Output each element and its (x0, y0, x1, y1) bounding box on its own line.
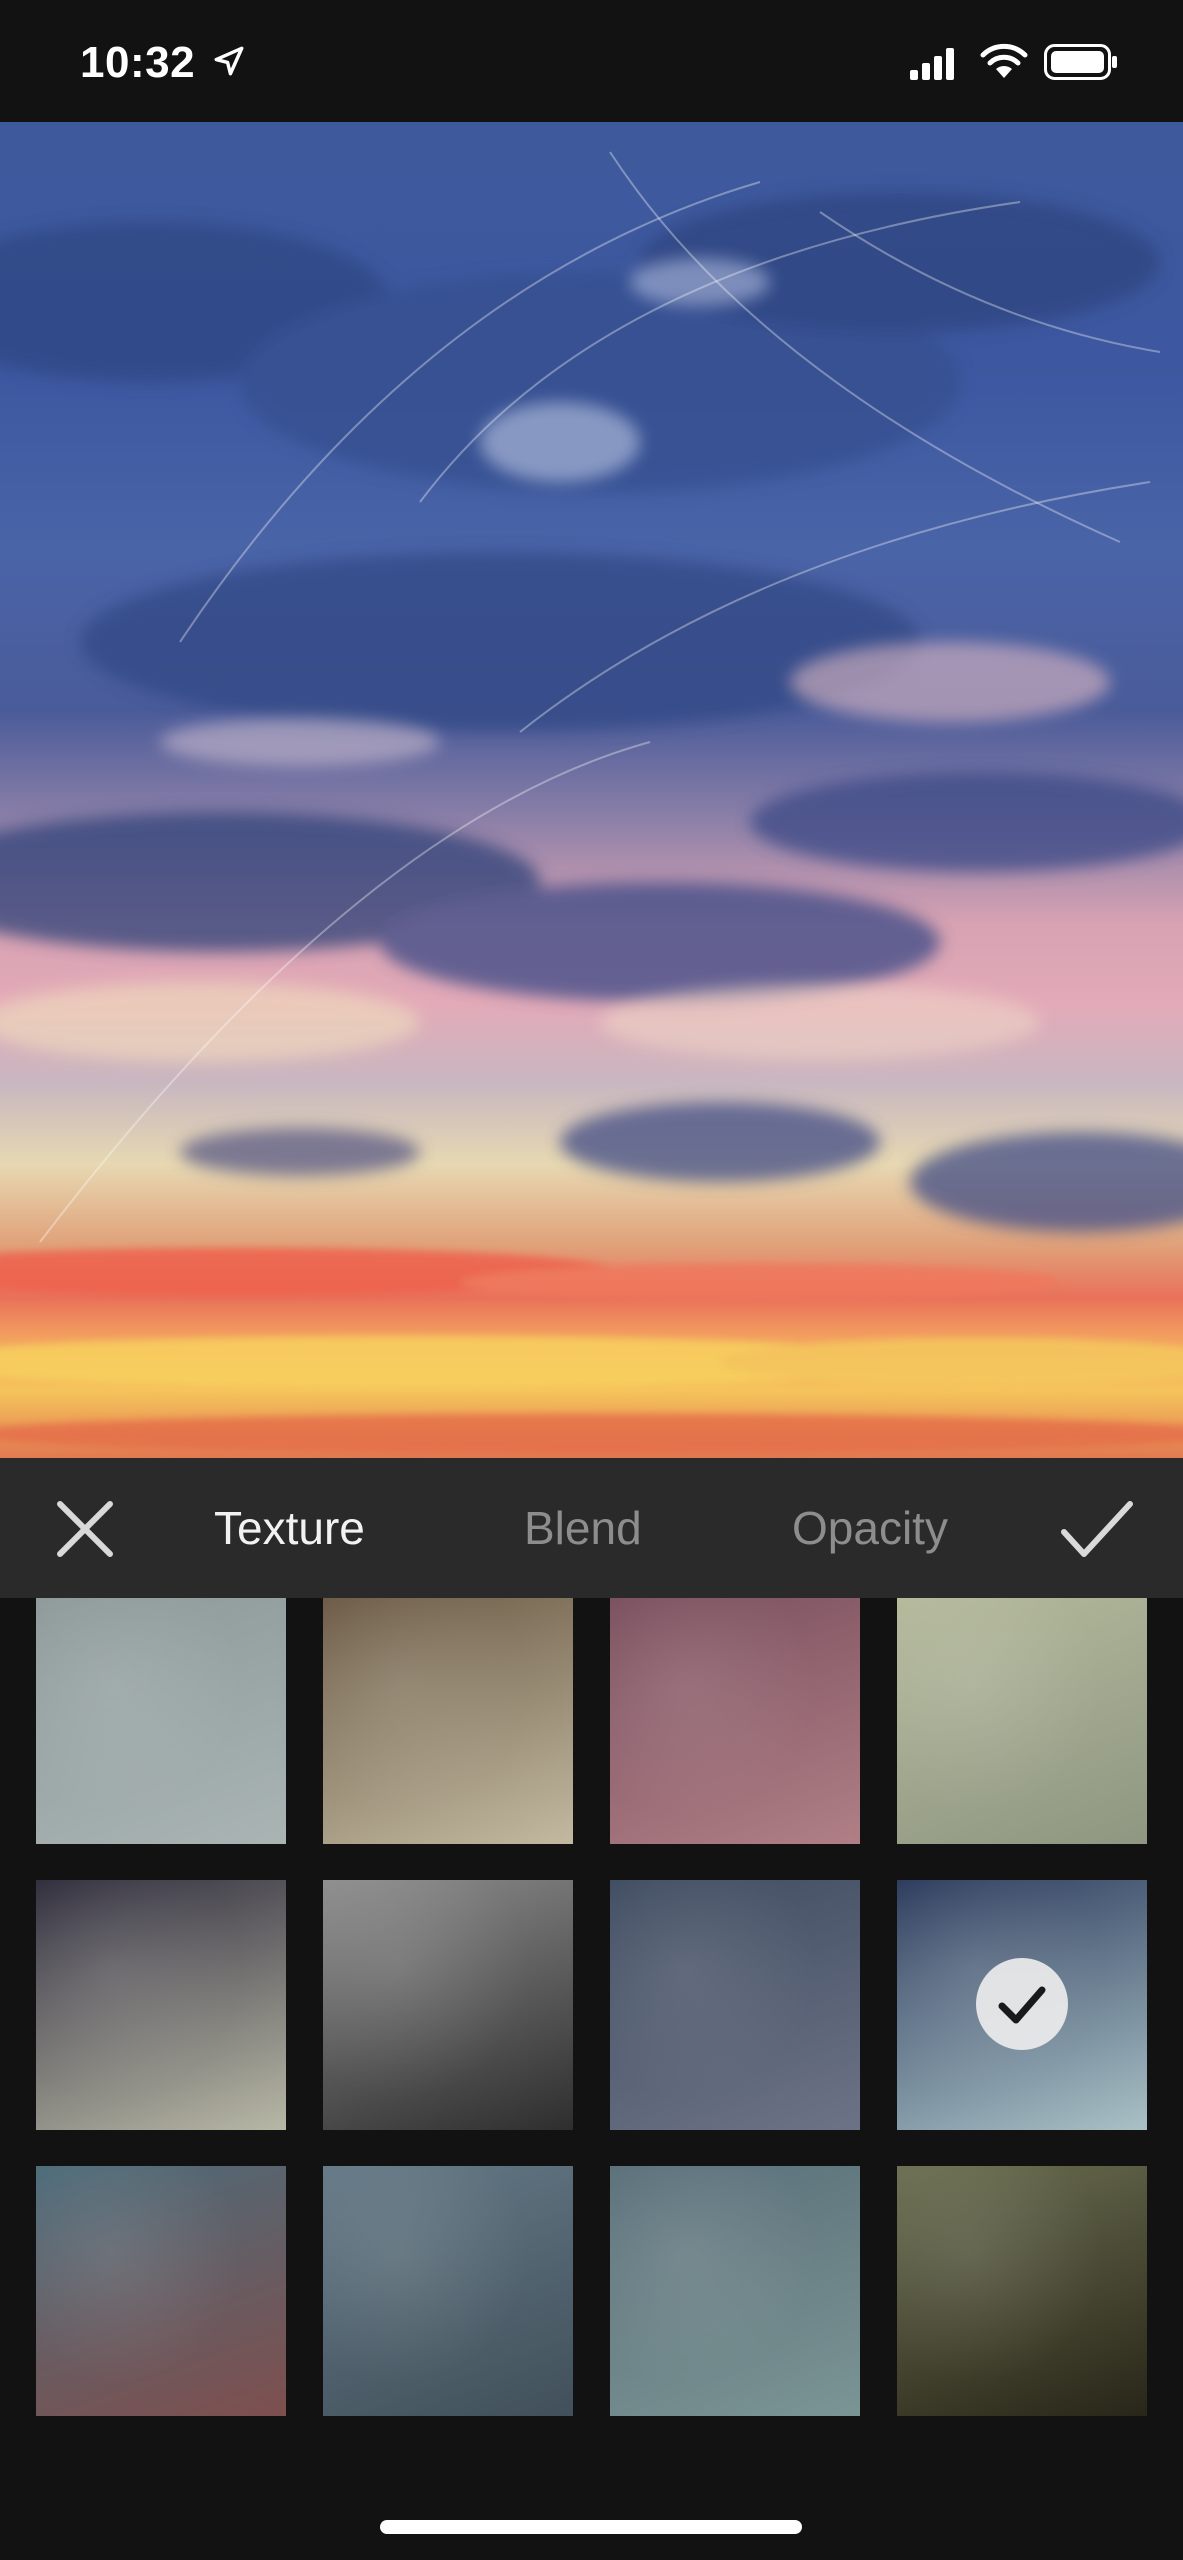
texture-tile[interactable] (897, 1598, 1147, 1844)
checkmark-icon[interactable] (1056, 1494, 1136, 1564)
photo-clouds (0, 151, 1183, 1454)
battery-icon (1044, 44, 1117, 80)
wifi-icon (980, 43, 1028, 78)
checkmark-icon (998, 1986, 1046, 2024)
tab-opacity[interactable]: Opacity (792, 1496, 948, 1560)
texture-tile[interactable] (323, 2166, 573, 2416)
close-icon[interactable] (50, 1494, 120, 1564)
texture-tile[interactable] (36, 2166, 286, 2416)
tab-texture[interactable]: Texture (214, 1496, 365, 1560)
texture-tile[interactable] (897, 2166, 1147, 2416)
texture-tile[interactable] (36, 1880, 286, 2130)
home-indicator (380, 2520, 802, 2534)
photo-preview (0, 122, 1183, 1458)
texture-tile[interactable] (610, 2166, 860, 2416)
selected-texture-badge (976, 1958, 1068, 2050)
cellular-signal-icon (910, 48, 954, 80)
texture-tile[interactable] (610, 1880, 860, 2130)
status-time: 10:32 (80, 38, 196, 87)
status-bar: 10:32 (0, 0, 1183, 122)
texture-tile[interactable] (323, 1598, 573, 1844)
tab-blend[interactable]: Blend (524, 1496, 642, 1560)
texture-tile[interactable] (610, 1598, 860, 1844)
location-arrow-icon (214, 46, 244, 76)
texture-tile[interactable] (36, 1598, 286, 1844)
texture-tile[interactable] (323, 1880, 573, 2130)
